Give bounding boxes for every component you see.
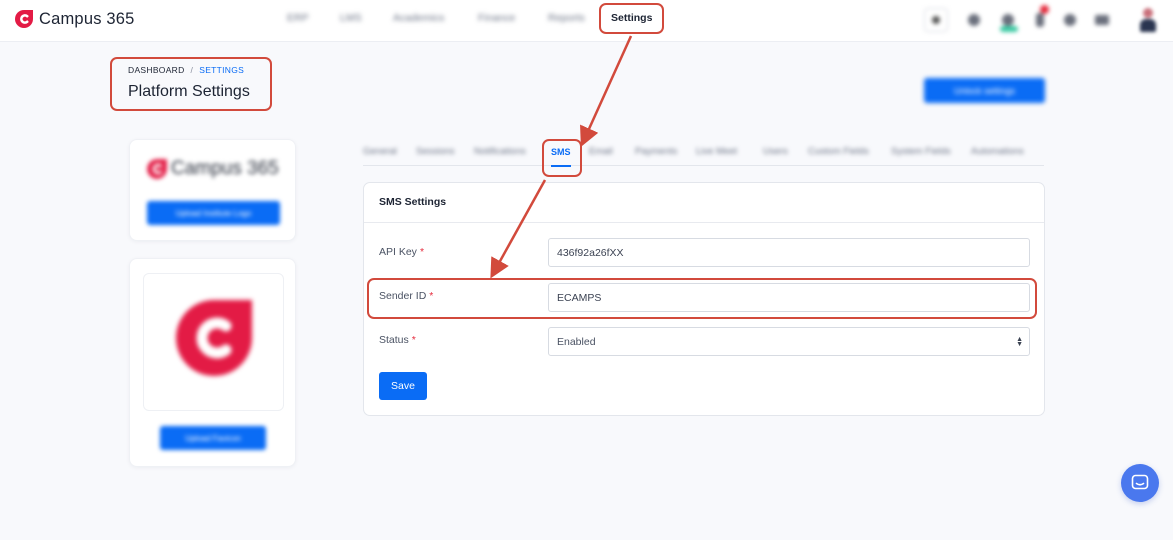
save-button[interactable]: Save bbox=[379, 372, 427, 400]
nav-item-reports[interactable]: Reports bbox=[548, 12, 585, 24]
status-label: Status * bbox=[379, 334, 416, 346]
favicon-logo-icon bbox=[176, 300, 252, 376]
brand-name: Campus 365 bbox=[39, 9, 135, 28]
required-marker: * bbox=[419, 246, 425, 258]
sender-id-label: Sender ID * bbox=[379, 290, 433, 302]
status-selected-value: Enabled bbox=[557, 336, 596, 348]
breadcrumb: DASHBOARD / SETTINGS bbox=[128, 65, 244, 75]
required-marker: * bbox=[429, 290, 434, 302]
page-title: Platform Settings bbox=[128, 83, 250, 100]
sender-id-input[interactable] bbox=[548, 283, 1030, 312]
tab-general[interactable]: General bbox=[363, 146, 397, 157]
top-navbar: Campus 365 ERP LMS Academics Finance Rep… bbox=[0, 0, 1173, 42]
search-icon[interactable] bbox=[924, 8, 948, 32]
nav-item-finance[interactable]: Finance bbox=[478, 12, 515, 24]
sms-settings-card: SMS Settings API Key* Sender ID* Status*… bbox=[363, 182, 1045, 416]
tab-sms[interactable]: SMS bbox=[551, 147, 571, 157]
institute-logo-preview: Campus 365 bbox=[146, 158, 279, 180]
chat-support-button[interactable] bbox=[1121, 464, 1159, 502]
arrow-settings-to-sms bbox=[580, 35, 633, 147]
flag-icon[interactable] bbox=[1090, 8, 1114, 32]
tab-automations[interactable]: Automations bbox=[971, 146, 1024, 157]
brand-logo[interactable]: Campus 365 bbox=[14, 9, 135, 29]
upload-favicon-button[interactable]: Upload Favicon bbox=[160, 426, 266, 450]
breadcrumb-separator: / bbox=[190, 65, 194, 75]
user-status-icon[interactable] bbox=[996, 8, 1020, 32]
tab-payments[interactable]: Payments bbox=[635, 146, 677, 157]
status-select[interactable]: Enabled ▲ ▼ bbox=[548, 327, 1030, 356]
settings-tabs: General Sessions Notifications SMS Email… bbox=[363, 140, 1044, 166]
notification-bell-icon[interactable] bbox=[1028, 5, 1052, 32]
breadcrumb-settings: SETTINGS bbox=[199, 65, 245, 75]
tab-email[interactable]: Email bbox=[589, 146, 613, 157]
favicon-card: Upload Favicon bbox=[129, 258, 296, 467]
tab-system-fields[interactable]: System Fields bbox=[891, 146, 951, 157]
campus-logo-icon bbox=[15, 10, 33, 28]
chat-icon bbox=[1131, 474, 1149, 490]
api-key-input[interactable] bbox=[548, 238, 1030, 267]
sms-settings-header: SMS Settings bbox=[364, 183, 1044, 223]
sms-settings-title: SMS Settings bbox=[379, 196, 447, 208]
nav-item-erp[interactable]: ERP bbox=[287, 12, 309, 24]
api-key-label-text: API Key bbox=[379, 246, 417, 258]
breadcrumb-dashboard[interactable]: DASHBOARD bbox=[128, 65, 185, 75]
tab-custom-fields[interactable]: Custom Fields bbox=[808, 146, 869, 157]
api-key-label: API Key * bbox=[379, 246, 424, 258]
tab-users[interactable]: Users bbox=[763, 146, 788, 157]
select-arrows-icon: ▲ ▼ bbox=[1016, 336, 1023, 348]
tab-sessions[interactable]: Sessions bbox=[416, 146, 455, 157]
campus-logo-icon bbox=[147, 159, 167, 179]
active-tab-indicator bbox=[551, 165, 571, 167]
nav-item-lms[interactable]: LMS bbox=[340, 12, 362, 24]
institute-logo-card: Campus 365 Upload Institute Logo bbox=[129, 139, 296, 241]
logo-text: Campus 365 bbox=[171, 158, 279, 179]
globe-icon[interactable] bbox=[962, 8, 986, 32]
settings-icon[interactable] bbox=[1058, 8, 1082, 32]
nav-item-academics[interactable]: Academics bbox=[393, 12, 444, 24]
nav-item-settings[interactable]: Settings bbox=[611, 12, 652, 24]
page-action-button[interactable]: Unlock settings bbox=[924, 78, 1045, 103]
tab-notifications[interactable]: Notifications bbox=[474, 146, 526, 157]
status-label-text: Status bbox=[379, 334, 409, 346]
user-avatar[interactable] bbox=[1138, 8, 1158, 34]
required-marker: * bbox=[411, 334, 416, 346]
upload-logo-button[interactable]: Upload Institute Logo bbox=[147, 201, 280, 225]
sender-id-label-text: Sender ID bbox=[379, 290, 427, 302]
tab-live-meet[interactable]: Live Meet bbox=[696, 146, 737, 157]
